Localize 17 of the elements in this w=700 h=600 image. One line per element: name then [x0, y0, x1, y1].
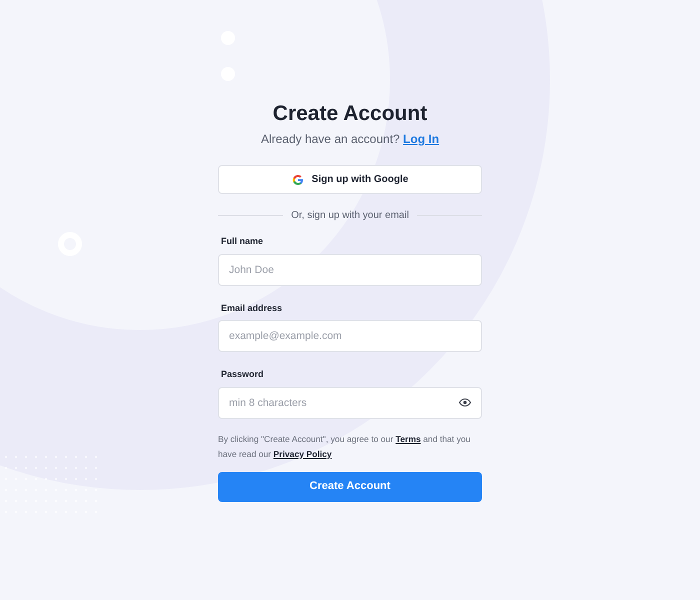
policy-link[interactable]: Privacy Policy — [273, 448, 332, 458]
email-field[interactable]: example@example.com — [218, 320, 482, 352]
input-field[interactable]: John Doe — [218, 254, 482, 286]
password-field[interactable]: min 8 characters — [218, 386, 482, 418]
page-title: Create Account — [272, 101, 428, 127]
login-prompt: Already have an account? Log In — [260, 131, 440, 148]
create-account-button[interactable]: Create Account — [218, 472, 482, 502]
field-label: Full name — [221, 235, 264, 248]
field-label: Password — [221, 368, 265, 381]
divider-text: Or, sign up with your email — [291, 209, 409, 223]
google-icon — [292, 174, 304, 186]
field-label: Email address — [221, 302, 284, 314]
terms-text: By clicking "Create Account", you agree to our Terms and that you have read our Privacy Policy — [218, 432, 472, 461]
google-signup-button[interactable]: Sign up with Google — [218, 165, 482, 194]
login-link[interactable]: Log In — [403, 132, 440, 146]
eye-icon[interactable] — [459, 398, 471, 406]
policy-link[interactable]: Terms — [396, 434, 421, 444]
